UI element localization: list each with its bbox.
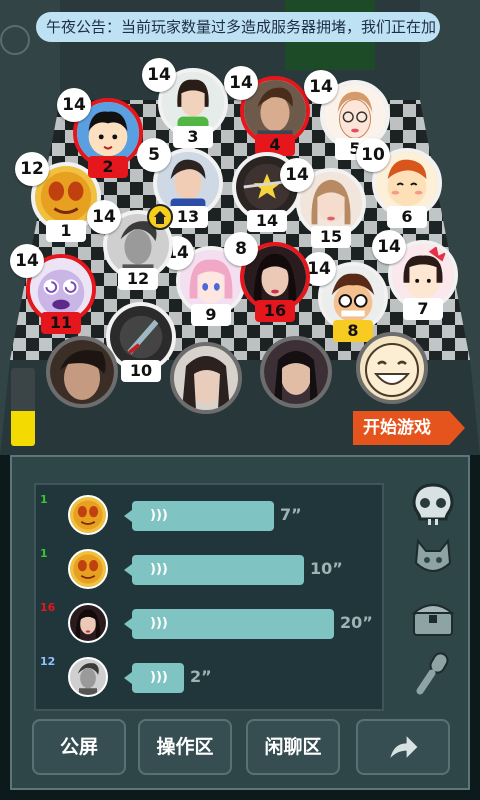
voice-duration: 20” xyxy=(340,613,373,632)
player-seat-3[interactable]: 14 3 xyxy=(142,58,228,148)
voice-message-row[interactable]: 1))) 7” xyxy=(36,493,376,535)
player-seat-6[interactable]: 10 6 xyxy=(356,138,442,228)
dark-blade-icon xyxy=(110,306,172,368)
message-avatar xyxy=(68,657,108,697)
player-seat-number: 10 xyxy=(121,360,161,382)
girl-dark-icon xyxy=(70,605,106,641)
man-bw-icon xyxy=(70,659,106,695)
player-seat-number: 14 xyxy=(247,210,287,232)
player-seat-13[interactable]: 5 13 xyxy=(137,138,223,230)
spectator-avatar-4[interactable] xyxy=(356,332,428,404)
player-seat-number: 13 xyxy=(168,206,208,228)
spectator-photo-icon xyxy=(50,340,114,404)
share-button[interactable] xyxy=(356,719,450,775)
player-seat-number: 15 xyxy=(311,226,351,248)
player-seat-number: 6 xyxy=(387,206,427,228)
spectator-photo-icon xyxy=(264,340,328,404)
cartoon-gold-icon xyxy=(70,497,106,533)
cat-icon[interactable] xyxy=(408,535,458,581)
player-score-badge: 14 xyxy=(280,158,314,192)
power-meter xyxy=(11,368,35,446)
message-avatar xyxy=(68,549,108,589)
player-score-badge: 14 xyxy=(87,200,121,234)
player-score-badge: 14 xyxy=(10,244,44,278)
player-score-badge: 14 xyxy=(142,58,176,92)
cartoon-gold-icon xyxy=(70,551,106,587)
voice-message-row[interactable]: 16))) 20” xyxy=(36,601,376,643)
tab-operation-area[interactable]: 操作区 xyxy=(138,719,232,775)
start-game-button[interactable]: 开始游戏 xyxy=(353,411,465,445)
player-seat-number: 11 xyxy=(41,312,81,334)
microphone-icon[interactable] xyxy=(408,649,458,695)
voice-message-row[interactable]: 12))) 2” xyxy=(36,655,376,697)
player-seat-number: 12 xyxy=(118,268,158,290)
spectator-cartoon-icon xyxy=(360,336,424,400)
spectator-avatar-1[interactable] xyxy=(46,336,118,408)
sound-wave-icon: ))) xyxy=(150,508,168,523)
voice-bubble[interactable]: ))) xyxy=(124,609,334,639)
player-seat-4[interactable]: 14 4 xyxy=(224,66,310,156)
player-seat-2[interactable]: 14 2 xyxy=(57,88,143,178)
game-room: 午夜公告：当前玩家数量过多造成服务器拥堵，我们正在加 12 1 14 2 14 3 14 4 1… xyxy=(0,0,480,455)
player-seat-number: 2 xyxy=(88,156,128,178)
player-seat-16[interactable]: 8 16 xyxy=(224,232,310,322)
player-score-badge: 14 xyxy=(372,230,406,264)
skull-icon[interactable] xyxy=(408,481,458,527)
player-seat-number: 7 xyxy=(403,298,443,320)
sound-wave-icon: ))) xyxy=(150,562,168,577)
chat-panel: 1))) 7” 1))) 10” 16))) 20” 12))) 2” 公屏 操作区 闲聊区 xyxy=(10,455,470,790)
player-score-badge: 12 xyxy=(15,152,49,186)
player-seat-number: 1 xyxy=(46,220,86,242)
player-score-badge: 14 xyxy=(224,66,258,100)
voice-duration: 2” xyxy=(190,667,212,686)
spectator-photo-icon xyxy=(174,346,238,410)
player-seat-7[interactable]: 14 7 xyxy=(372,230,458,320)
player-seat-11[interactable]: 14 11 xyxy=(10,244,96,334)
player-seat-15[interactable]: 14 15 xyxy=(280,158,366,248)
message-seat-number: 16 xyxy=(40,601,56,614)
message-seat-number: 12 xyxy=(40,655,56,668)
share-arrow-icon xyxy=(390,736,418,758)
player-score-badge: 5 xyxy=(137,138,171,172)
announcement-banner: 午夜公告：当前玩家数量过多造成服务器拥堵，我们正在加 xyxy=(36,12,440,42)
voice-bubble[interactable]: ))) xyxy=(124,663,184,693)
player-seat-number: 9 xyxy=(191,304,231,326)
player-seat-8[interactable]: 14 8 xyxy=(302,252,388,342)
message-seat-number: 1 xyxy=(40,547,48,560)
player-seat-number: 16 xyxy=(255,300,295,322)
voice-message-row[interactable]: 1))) 10” xyxy=(36,547,376,589)
player-seat-number: 3 xyxy=(173,126,213,148)
player-score-badge: 10 xyxy=(356,138,390,172)
spectator-avatar-2[interactable] xyxy=(170,342,242,414)
chest-icon[interactable] xyxy=(408,595,458,641)
tab-public-screen[interactable]: 公屏 xyxy=(32,719,126,775)
house-icon xyxy=(147,204,173,230)
voice-bubble[interactable]: ))) xyxy=(124,555,304,585)
sound-wave-icon: ))) xyxy=(150,670,168,685)
voice-message-list[interactable]: 1))) 7” 1))) 10” 16))) 20” 12))) 2” xyxy=(34,483,384,711)
sound-wave-icon: ))) xyxy=(150,616,168,631)
message-seat-number: 1 xyxy=(40,493,48,506)
message-avatar xyxy=(68,495,108,535)
player-seat-number: 8 xyxy=(333,320,373,342)
voice-duration: 10” xyxy=(310,559,343,578)
player-score-badge: 14 xyxy=(57,88,91,122)
spectator-avatar-3[interactable] xyxy=(260,336,332,408)
voice-bubble[interactable]: ))) xyxy=(124,501,274,531)
player-score-badge: 14 xyxy=(304,70,338,104)
voice-duration: 7” xyxy=(280,505,302,524)
player-score-badge: 8 xyxy=(224,232,258,266)
message-avatar xyxy=(68,603,108,643)
power-meter-fill xyxy=(11,410,35,446)
tab-chat-area[interactable]: 闲聊区 xyxy=(246,719,340,775)
